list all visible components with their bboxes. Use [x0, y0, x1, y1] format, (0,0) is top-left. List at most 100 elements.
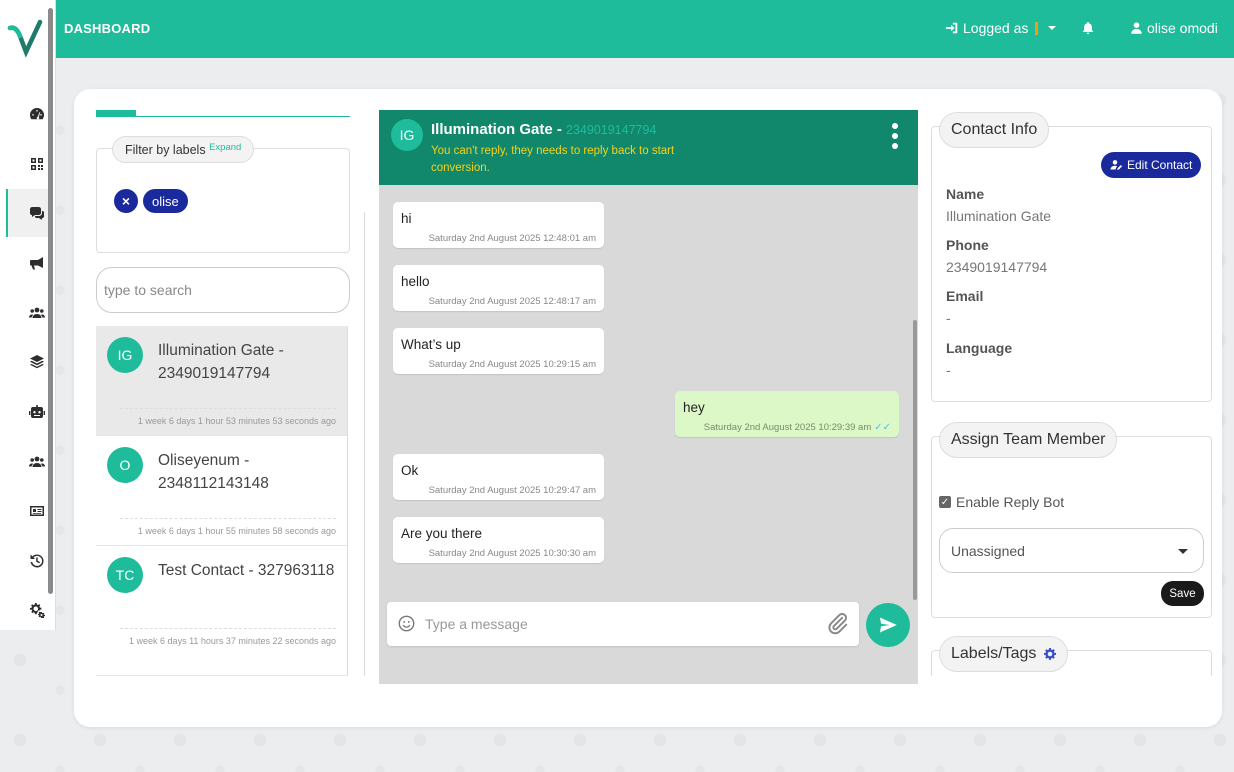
brand-title[interactable]: DASHBOARD	[64, 21, 150, 36]
message-time-row: Saturday 2nd August 2025 10:29:39 am ✓✓	[683, 422, 891, 433]
tab-divider	[96, 116, 350, 117]
message-bubble: Are you there Saturday 2nd August 2025 1…	[393, 517, 604, 563]
message-time: Saturday 2nd August 2025 12:48:01 am	[428, 233, 596, 244]
topbar: DASHBOARD Logged as olise omodi	[56, 0, 1234, 58]
attachment-icon[interactable]	[827, 613, 849, 635]
qrcode-icon	[31, 158, 43, 170]
reply-restriction-note: You can't reply, they needs to reply bac…	[431, 145, 675, 174]
send-button[interactable]	[866, 603, 910, 647]
notifications-button[interactable]	[1081, 20, 1095, 35]
reply-bot-label: Enable Reply Bot	[956, 494, 1065, 510]
settings-icon	[30, 603, 45, 618]
name-value: Illumination Gate	[946, 208, 1052, 224]
message-text: hey	[683, 400, 705, 415]
expand-link[interactable]: Expand	[209, 142, 241, 153]
chat-name-text: Illumination Gate -	[431, 121, 562, 138]
reply-bot-checkbox[interactable]: ✓	[939, 496, 951, 508]
history-icon	[30, 554, 44, 568]
reply-bot-toggle[interactable]: ✓ Enable Reply Bot	[939, 494, 1064, 510]
sidebar	[0, 0, 56, 630]
contact-item[interactable]: O Oliseyenum - 2348112143148 1 week 6 da…	[96, 436, 347, 546]
phone-label: Phone	[946, 237, 989, 253]
message-text: Ok	[401, 463, 419, 478]
send-icon	[879, 617, 897, 633]
label-filter-box: Filter by labels Expand × olise	[96, 136, 350, 253]
filter-title: Filter by labels	[125, 143, 206, 157]
contacts-column: Filter by labels Expand × olise IG Illum…	[96, 110, 350, 676]
user-menu[interactable]: olise omodi	[1130, 20, 1218, 36]
filter-by-labels-toggle[interactable]: Filter by labels Expand	[112, 136, 255, 163]
sidebar-scrollbar[interactable]	[48, 8, 53, 594]
contact-last-seen: 1 week 6 days 11 hours 37 minutes 22 sec…	[120, 628, 336, 649]
chat-phone: 2349019147794	[566, 123, 657, 137]
user-icon	[1131, 22, 1142, 34]
phone-value: 2349019147794	[946, 259, 1048, 275]
chat-contact-name: Illumination Gate - 2349019147794	[431, 121, 656, 138]
message-text: What’s up	[401, 337, 461, 352]
message-bubble: hello Saturday 2nd August 2025 12:48:17 …	[393, 265, 604, 311]
language-label: Language	[946, 340, 1013, 356]
message-time: Saturday 2nd August 2025 10:30:30 am	[428, 548, 596, 559]
id-card-icon	[30, 506, 44, 516]
message-composer	[387, 602, 859, 646]
message-text: hi	[401, 211, 412, 226]
language-value: -	[946, 362, 951, 378]
message-list: hi Saturday 2nd August 2025 12:48:01 am …	[379, 185, 918, 595]
email-value: -	[946, 310, 951, 326]
chevron-down-icon	[1048, 26, 1057, 30]
avatar: IG	[107, 337, 143, 373]
contact-name: Oliseyenum - 2348112143148	[158, 452, 269, 492]
chevron-down-icon	[1178, 549, 1188, 554]
message-bubble: Ok Saturday 2nd August 2025 10:29:47 am	[393, 454, 604, 500]
message-input[interactable]	[425, 610, 815, 638]
sidebar-item-settings[interactable]	[22, 595, 52, 625]
message-text: hello	[401, 274, 430, 289]
name-label: Name	[946, 186, 985, 202]
logged-as-dropdown[interactable]: Logged as	[945, 20, 1057, 36]
message-time: Saturday 2nd August 2025 10:29:39 am	[703, 422, 872, 433]
contact-last-seen: 1 week 6 days 1 hour 55 minutes 58 secon…	[120, 518, 336, 539]
bell-icon	[1082, 21, 1094, 35]
contact-name: Test Contact - 327963118	[158, 562, 335, 579]
logged-as-label: Logged as	[963, 20, 1029, 36]
message-bubble: hi Saturday 2nd August 2025 12:48:01 am	[393, 202, 604, 248]
read-ticks-icon: ✓✓	[874, 422, 891, 433]
contact-last-seen: 1 week 6 days 1 hour 53 minutes 53 secon…	[120, 408, 336, 429]
avatar: TC	[107, 557, 143, 593]
edit-user-icon	[1110, 160, 1123, 170]
chat-panel: IG Illumination Gate - 2349019147794 You…	[379, 110, 918, 684]
emoji-icon[interactable]	[398, 615, 415, 632]
tab-active-indicator[interactable]	[96, 110, 136, 116]
role-indicator	[1035, 21, 1039, 35]
save-button[interactable]: Save	[1161, 581, 1204, 606]
contact-item[interactable]: TC Test Contact - 327963118 1 week 6 day…	[96, 546, 347, 676]
users-icon	[29, 307, 45, 318]
email-label: Email	[946, 288, 984, 304]
avatar: IG	[391, 119, 423, 151]
more-options-icon[interactable]	[889, 123, 901, 149]
sign-in-icon	[945, 22, 958, 34]
chat-icon	[30, 207, 44, 220]
message-bubble-outgoing: hey Saturday 2nd August 2025 10:29:39 am…	[675, 391, 899, 437]
team-member-select[interactable]: Unassigned	[939, 528, 1204, 573]
contact-item[interactable]: IG Illumination Gate - 2349019147794 1 w…	[96, 326, 347, 436]
gear-icon[interactable]	[1044, 648, 1057, 660]
close-icon: ×	[121, 193, 131, 209]
team-icon	[29, 456, 45, 467]
column-divider	[364, 212, 365, 676]
labels-title-text: Labels/Tags	[951, 645, 1037, 662]
megaphone-icon	[30, 257, 43, 270]
app-logo[interactable]	[6, 14, 48, 60]
labels-title: Labels/Tags	[939, 636, 1069, 672]
label-chip[interactable]: olise	[143, 189, 188, 213]
robot-icon	[29, 405, 45, 418]
layers-icon	[30, 355, 44, 369]
avatar: O	[107, 447, 143, 483]
chat-scrollbar[interactable]	[913, 320, 917, 600]
clear-filter-button[interactable]: ×	[114, 189, 138, 213]
search-input[interactable]	[96, 267, 350, 313]
dashboard-icon	[30, 108, 44, 120]
contact-name: Illumination Gate - 2349019147794	[158, 342, 284, 382]
assign-team-title: Assign Team Member	[939, 422, 1118, 458]
edit-contact-button[interactable]: Edit Contact	[1101, 152, 1202, 178]
